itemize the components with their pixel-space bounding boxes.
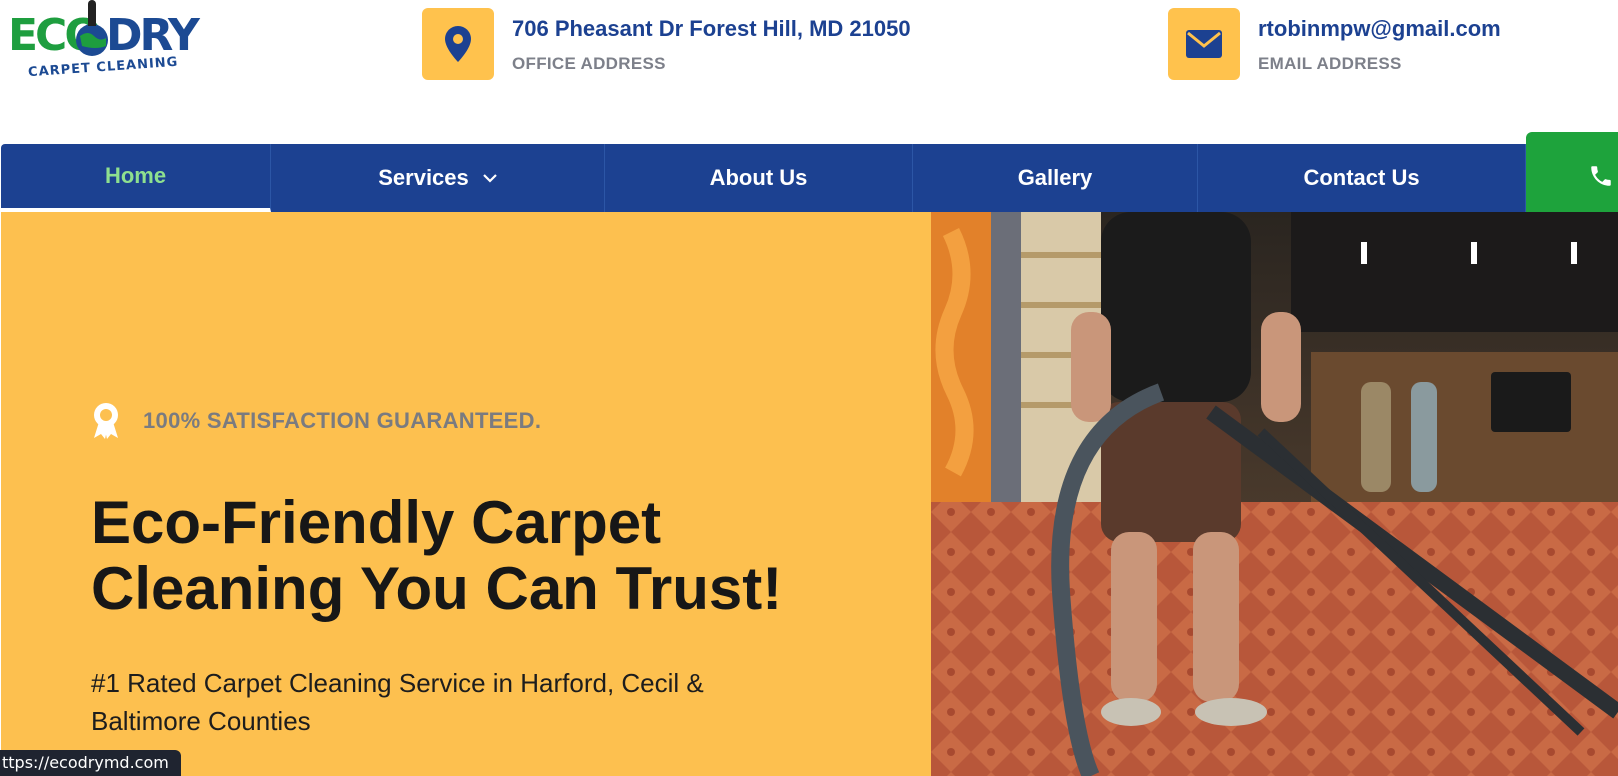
- main-navigation: Home Services About Us Gallery Contact U…: [1, 144, 1618, 212]
- hero-section: 100% SATISFACTION GUARANTEED. Eco-Friend…: [1, 212, 931, 776]
- nav-item-about[interactable]: About Us: [605, 144, 913, 212]
- email-address[interactable]: rtobinmpw@gmail.com: [1258, 16, 1501, 42]
- award-ribbon-icon: [94, 403, 118, 439]
- nav-item-label: Home: [104, 163, 167, 188]
- chevron-down-icon: [482, 173, 497, 183]
- nav-item-label: Gallery: [1017, 165, 1093, 190]
- email-address-label: EMAIL ADDRESS: [1258, 54, 1402, 73]
- nav-item-services[interactable]: Services: [271, 144, 605, 212]
- nav-item-label: About Us: [709, 165, 808, 190]
- call-button[interactable]: [1526, 132, 1618, 220]
- nav-item-gallery[interactable]: Gallery: [913, 144, 1198, 212]
- nav-item-contact[interactable]: Contact Us: [1198, 144, 1526, 212]
- nav-item-home[interactable]: Home: [1, 144, 271, 212]
- office-address-label: OFFICE ADDRESS: [512, 54, 666, 73]
- nav-item-label: Contact Us: [1303, 165, 1420, 190]
- envelope-icon: [1168, 8, 1240, 80]
- satisfaction-tagline: 100% SATISFACTION GUARANTEED.: [91, 402, 541, 440]
- hero-photo-carpet-cleaning: [931, 212, 1618, 776]
- nav-item-label: Services: [378, 165, 469, 190]
- tagline-text: 100% SATISFACTION GUARANTEED.: [143, 408, 542, 433]
- office-address[interactable]: 706 Pheasant Dr Forest Hill, MD 21050: [512, 16, 911, 42]
- hero-description: #1 Rated Carpet Cleaning Service in Harf…: [91, 668, 704, 736]
- status-bar-url: ttps://ecodrymd.com: [0, 750, 181, 776]
- hero-title: Eco-Friendly Carpet Cleaning You Can Tru…: [91, 489, 783, 622]
- logo-dry-text: DRY: [106, 10, 200, 61]
- site-logo[interactable]: ECO DRY CARPET CLEANING: [6, 0, 200, 92]
- location-pin-icon: [422, 8, 494, 80]
- phone-icon: [1591, 166, 1611, 186]
